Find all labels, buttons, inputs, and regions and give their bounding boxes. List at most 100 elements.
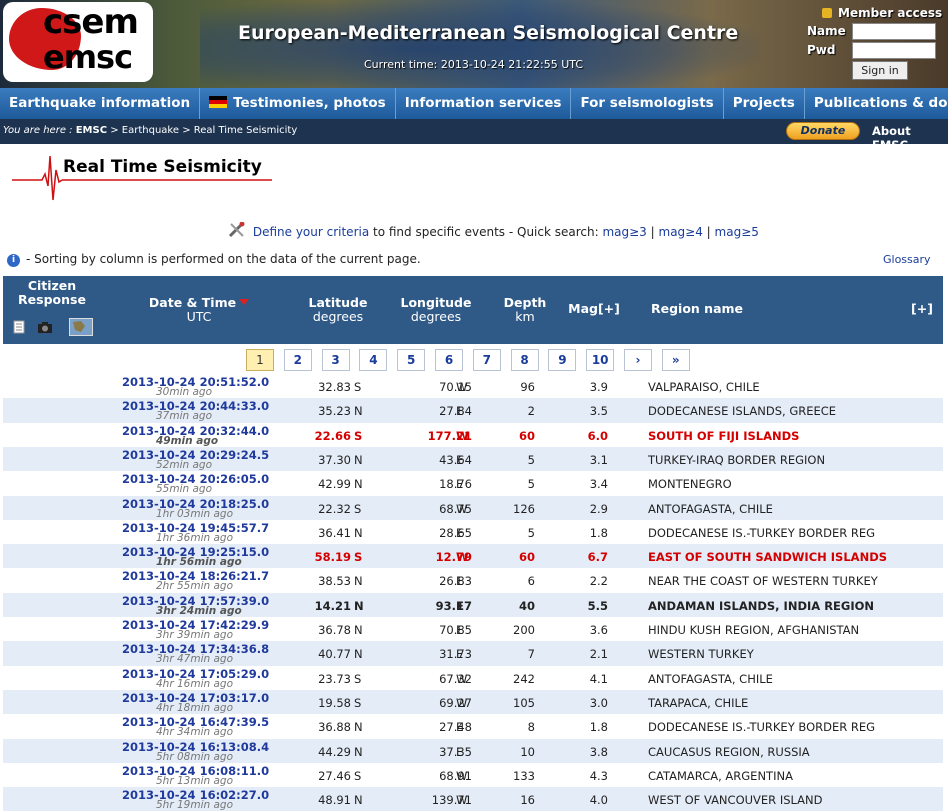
site-header: csem emsc European-Mediterranean Seismol… [0, 0, 948, 88]
latitude-hemisphere: S [354, 428, 363, 443]
breadcrumb-emsc-link[interactable]: EMSC [76, 125, 107, 136]
quick-search-mag4-link[interactable]: mag≥4 [659, 225, 703, 239]
region-name-link[interactable]: ANTOFAGASTA, CHILE [648, 502, 773, 516]
table-row[interactable]: 2013-10-24 16:47:39.5 4hr 34min ago 36.88 N… [3, 714, 943, 738]
define-criteria-link[interactable]: Define your criteria [253, 225, 369, 239]
table-row[interactable]: 2013-10-24 16:02:27.0 5hr 19min ago 48.91 N… [3, 787, 943, 811]
region-name-link[interactable]: TARAPACA, CHILE [648, 696, 748, 710]
map-icon[interactable] [69, 318, 93, 336]
page-button[interactable]: 3 [321, 349, 350, 371]
page-button[interactable]: 2 [283, 349, 312, 371]
region-name-link[interactable]: NEAR THE COAST OF WESTERN TURKEY [648, 574, 878, 588]
region-name-link[interactable]: ANDAMAN ISLANDS, INDIA REGION [648, 599, 874, 613]
emsc-logo[interactable]: csem emsc [3, 2, 153, 82]
region-name-link[interactable]: HINDU KUSH REGION, AFGHANISTAN [648, 623, 859, 637]
page-button[interactable]: 10 [586, 349, 615, 371]
table-row[interactable]: 2013-10-24 20:32:44.0 49min ago 22.66 S 177.… [3, 423, 943, 447]
region-name-link[interactable]: CAUCASUS REGION, RUSSIA [648, 745, 810, 759]
table-row[interactable]: 2013-10-24 20:18:25.0 1hr 03min ago 22.32 S… [3, 495, 943, 520]
region-name-link[interactable]: DODECANESE IS.-TURKEY BORDER REG [648, 526, 875, 540]
region-name-link[interactable]: CATAMARCA, ARGENTINA [648, 769, 793, 783]
column-citizen-response[interactable]: Citizen Response [3, 279, 101, 307]
longitude-hemisphere: E [456, 525, 464, 540]
latitude-value: 42.99 [318, 477, 351, 492]
time-ago: 1hr 56min ago [156, 556, 242, 569]
column-region-name[interactable]: Region name [651, 302, 751, 316]
logo-text-csem: csem [43, 2, 139, 42]
table-row[interactable]: 2013-10-24 20:51:52.0 30min ago 32.83 S 70.1… [3, 374, 943, 398]
name-field[interactable] [852, 23, 936, 40]
last-page-button[interactable]: » [661, 349, 690, 371]
column-depth[interactable]: Depth km [495, 296, 555, 324]
table-row[interactable]: 2013-10-24 20:44:33.0 37min ago 35.23 N 27.8… [3, 398, 943, 423]
region-name-link[interactable]: WEST OF VANCOUVER ISLAND [648, 793, 823, 807]
magnitude-value: 3.0 [589, 695, 608, 710]
region-name-link[interactable]: SOUTH OF FIJI ISLANDS [648, 429, 799, 443]
region-name-link[interactable]: WESTERN TURKEY [648, 647, 754, 661]
quick-search-mag3-link[interactable]: mag≥3 [602, 225, 646, 239]
password-field[interactable] [852, 42, 936, 59]
donate-button[interactable]: Donate [786, 122, 860, 140]
page-button[interactable]: 8 [510, 349, 539, 371]
next-page-button[interactable]: › [624, 349, 652, 371]
latitude-hemisphere: N [354, 477, 363, 492]
page-button[interactable]: 7 [472, 349, 501, 371]
magnitude-value: 4.3 [589, 768, 608, 783]
table-row[interactable]: 2013-10-24 17:42:29.9 3hr 39min ago 36.78 N… [3, 617, 943, 641]
table-row[interactable]: 2013-10-24 17:57:39.0 3hr 24min ago 14.21 N… [3, 592, 943, 617]
nav-projects[interactable]: Projects [724, 88, 805, 119]
longitude-hemisphere: E [456, 452, 464, 467]
depth-value: 2 [527, 404, 535, 419]
document-icon[interactable] [13, 320, 25, 334]
longitude-hemisphere: W [456, 768, 468, 783]
table-row[interactable]: 2013-10-24 16:08:11.0 5hr 13min ago 27.46 S… [3, 763, 943, 787]
region-name-link[interactable]: ANTOFAGASTA, CHILE [648, 672, 773, 686]
region-name-link[interactable]: VALPARAISO, CHILE [648, 380, 760, 394]
sign-in-button[interactable]: Sign in [852, 61, 908, 80]
nav-publications-docs[interactable]: Publications & docs [805, 88, 948, 119]
depth-value: 60 [518, 428, 535, 443]
region-name-link[interactable]: TURKEY-IRAQ BORDER REGION [648, 453, 825, 467]
latitude-value: 19.58 [318, 695, 351, 710]
page-button[interactable]: 1 [246, 349, 274, 371]
nav-testimonies-photos[interactable]: Testimonies, photos [200, 88, 396, 119]
column-longitude[interactable]: Longitude degrees [391, 296, 481, 324]
region-name-link[interactable]: DODECANESE IS.-TURKEY BORDER REG [648, 720, 875, 734]
table-row[interactable]: 2013-10-24 20:29:24.5 52min ago 37.30 N 43.6… [3, 446, 943, 472]
table-row[interactable]: 2013-10-24 16:13:08.4 5hr 08min ago 44.29 N… [3, 738, 943, 763]
region-name-link[interactable]: EAST OF SOUTH SANDWICH ISLANDS [648, 550, 887, 564]
breadcrumb-path[interactable]: > Earthquake > Real Time Seismicity [110, 125, 297, 136]
nav-for-seismologists[interactable]: For seismologists [571, 88, 724, 119]
nav-earthquake-information[interactable]: Earthquake information [0, 88, 201, 119]
page-button[interactable]: 9 [548, 349, 577, 371]
table-row[interactable]: 2013-10-24 19:45:57.7 1hr 36min ago 36.41 N… [3, 520, 943, 544]
depth-value: 5 [527, 477, 535, 492]
column-date-time[interactable]: Date & Time UTC [129, 296, 269, 324]
glossary-link[interactable]: Glossary [883, 253, 931, 266]
quick-search-mag5-link[interactable]: mag≥5 [715, 225, 759, 239]
table-row[interactable]: 2013-10-24 19:25:15.0 1hr 56min ago 58.19 S… [3, 544, 943, 569]
main-nav: Earthquake information Testimonies, phot… [0, 88, 948, 119]
page-button[interactable]: 4 [359, 349, 388, 371]
region-name-link[interactable]: MONTENEGRO [648, 477, 732, 491]
page-button[interactable]: 5 [397, 349, 426, 371]
camera-icon[interactable] [37, 320, 53, 334]
longitude-hemisphere: E [456, 647, 464, 662]
column-latitude[interactable]: Latitude degrees [293, 296, 383, 324]
expand-columns-button[interactable]: [+] [907, 302, 937, 316]
region-name-link[interactable]: DODECANESE ISLANDS, GREECE [648, 404, 836, 418]
time-ago: 49min ago [156, 434, 219, 447]
table-header: Citizen Response Date & Time UTC Latitude d… [3, 276, 943, 344]
nav-information-services[interactable]: Information services [396, 88, 572, 119]
about-emsc-link[interactable]: About EMSC [872, 124, 948, 152]
table-row[interactable]: 2013-10-24 18:26:21.7 2hr 55min ago 38.53 N… [3, 568, 943, 592]
table-row[interactable]: 2013-10-24 17:03:17.0 4hr 18min ago 19.58 S… [3, 689, 943, 715]
longitude-hemisphere: W [456, 793, 468, 808]
depth-value: 5 [527, 452, 535, 467]
magnitude-value: 6.0 [587, 428, 608, 443]
column-magnitude[interactable]: Mag[+] [561, 302, 627, 316]
table-row[interactable]: 2013-10-24 20:26:05.0 55min ago 42.99 N 18.7… [3, 471, 943, 495]
table-row[interactable]: 2013-10-24 17:05:29.0 4hr 16min ago 23.73 S… [3, 666, 943, 690]
page-button[interactable]: 6 [435, 349, 463, 371]
table-row[interactable]: 2013-10-24 17:34:36.8 3hr 47min ago 40.77 N… [3, 641, 943, 666]
